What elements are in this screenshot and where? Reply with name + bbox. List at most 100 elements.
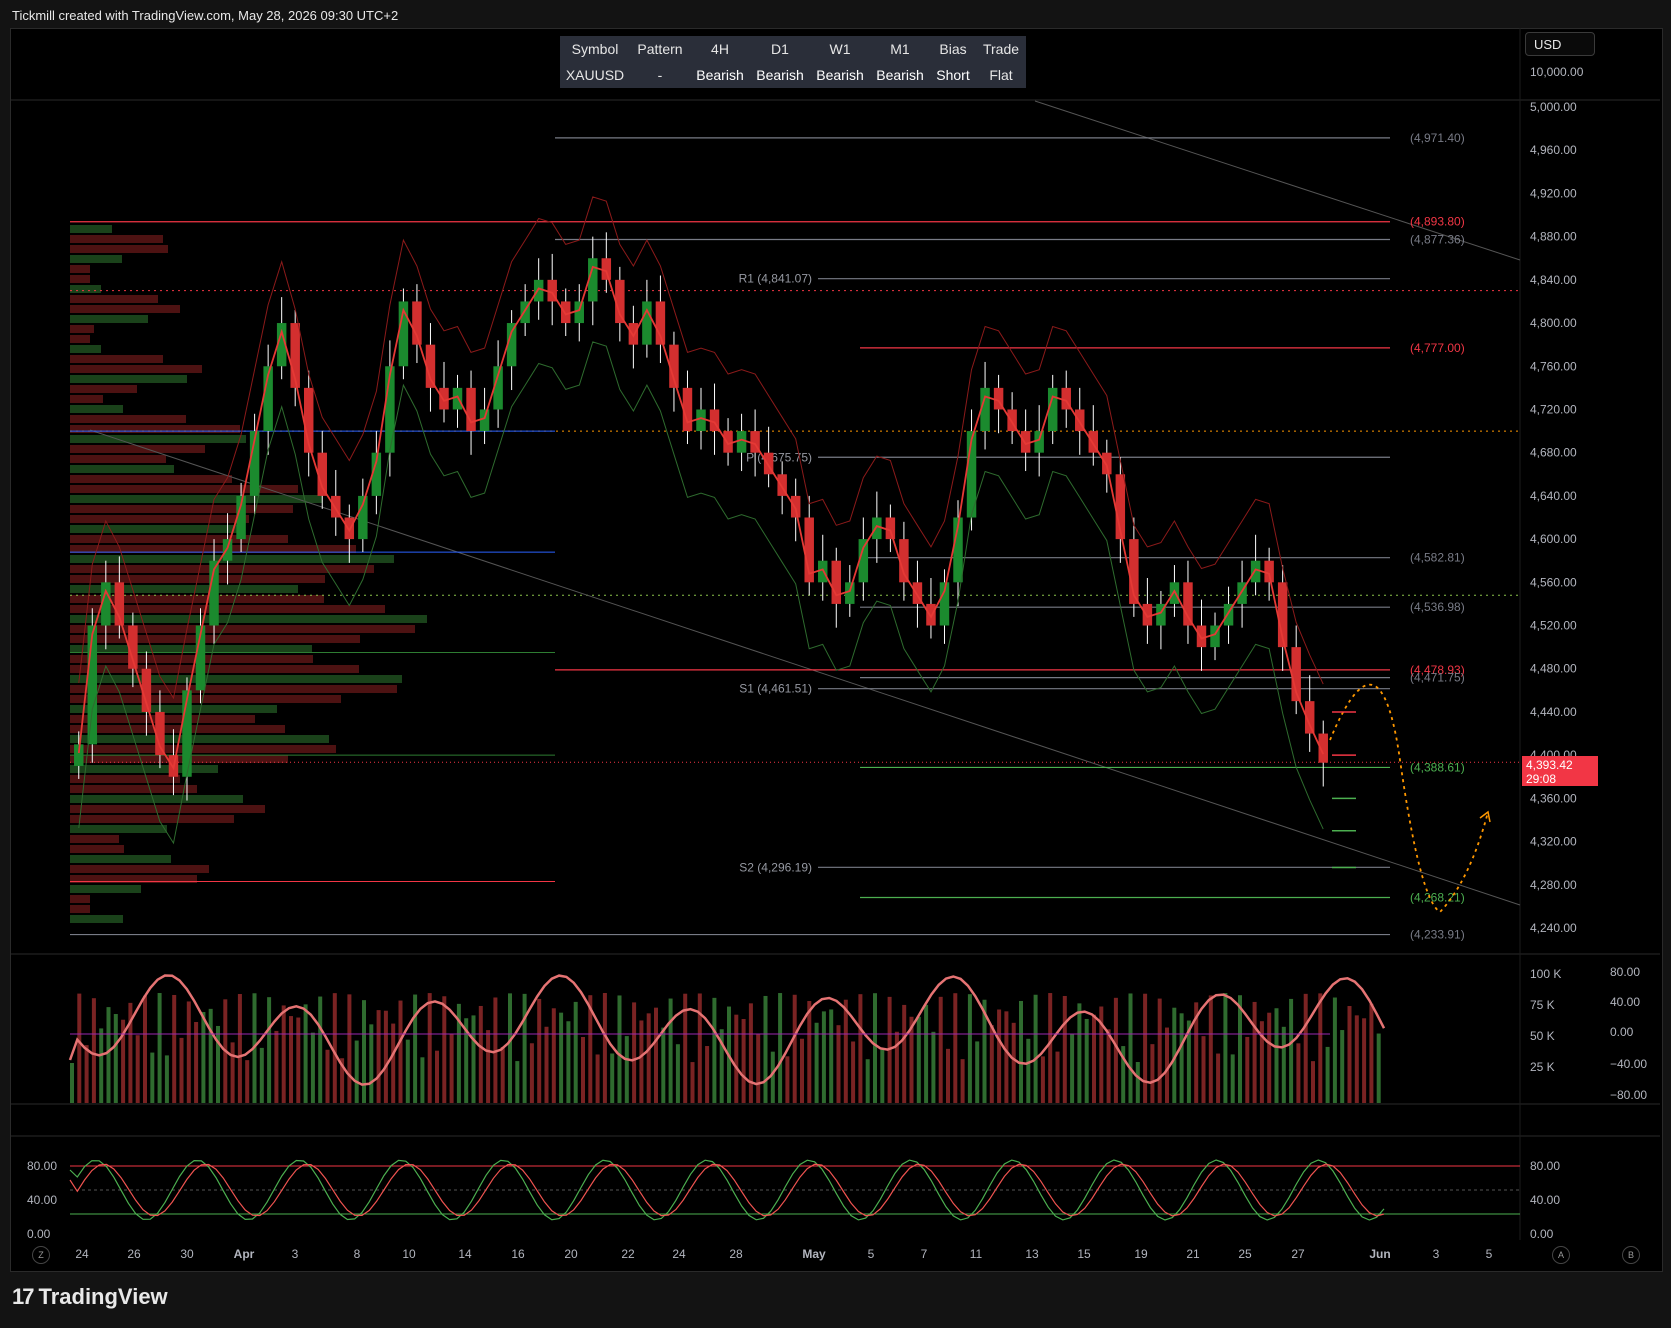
candle-bullish bbox=[736, 431, 747, 453]
volume-profile-bar bbox=[70, 355, 163, 363]
volume-profile-bar bbox=[70, 635, 360, 643]
volume-bar bbox=[654, 1007, 658, 1103]
candle-bearish bbox=[723, 431, 733, 453]
time-tick-label: 5 bbox=[868, 1247, 875, 1261]
volume-bar bbox=[179, 1037, 184, 1103]
volume-bar bbox=[1106, 1029, 1111, 1103]
volume-bar bbox=[1004, 1011, 1009, 1103]
volume-bar bbox=[259, 1047, 264, 1103]
bar-countdown: 29:08 bbox=[1526, 772, 1557, 786]
volume-profile-bar bbox=[70, 855, 171, 863]
price-chart[interactable]: 10,000.00 5,000.00 4,960.00 4,920.00 4,880.0… bbox=[0, 0, 1671, 1328]
volume-bar bbox=[1128, 993, 1133, 1103]
price-tick-label: 4,960.00 bbox=[1530, 143, 1577, 157]
volume-profile-bar bbox=[70, 345, 101, 353]
stoch-axis-label: 40.00 bbox=[1530, 1193, 1560, 1207]
time-tick-label: 15 bbox=[1077, 1247, 1091, 1261]
volume-bar bbox=[405, 1039, 410, 1103]
candle-bearish bbox=[1142, 603, 1153, 626]
time-tick-label: 19 bbox=[1134, 1247, 1148, 1261]
price-tick-label: 4,760.00 bbox=[1530, 359, 1577, 373]
volume-profile-bar bbox=[70, 235, 163, 243]
time-tick-label: 30 bbox=[180, 1247, 194, 1261]
volume-bar bbox=[632, 1002, 637, 1103]
volume-bar bbox=[843, 999, 848, 1103]
candle-bearish bbox=[1102, 452, 1112, 475]
volume-profile-bar bbox=[70, 695, 341, 703]
price-tick-label: 4,520.00 bbox=[1530, 619, 1577, 633]
stoch-axis-label: 0.00 bbox=[1530, 1227, 1554, 1241]
volume-bar bbox=[581, 1037, 585, 1103]
candle-bearish bbox=[439, 387, 449, 410]
header-pattern: Pattern bbox=[630, 36, 690, 62]
volume-profile-bar bbox=[70, 825, 167, 833]
time-tick-label: 13 bbox=[1025, 1247, 1039, 1261]
volume-bar bbox=[1011, 1022, 1016, 1103]
volume-bar bbox=[814, 1022, 819, 1103]
volume-bar bbox=[325, 1049, 330, 1103]
volume-profile-bar bbox=[70, 895, 90, 903]
volume-profile-bar bbox=[70, 795, 243, 803]
volume-bar bbox=[1369, 1003, 1374, 1103]
volume-bar bbox=[741, 1019, 746, 1103]
header-d1: D1 bbox=[750, 36, 810, 62]
currency-button[interactable]: USD bbox=[1525, 32, 1595, 56]
volume-bar bbox=[1274, 1008, 1279, 1103]
volume-profile-bar bbox=[70, 295, 158, 303]
volume-bar bbox=[99, 1028, 104, 1103]
key-level-label: (4,971.40) bbox=[1410, 131, 1465, 145]
volume-bar bbox=[1157, 998, 1162, 1103]
candle-bearish bbox=[885, 517, 896, 540]
volume-bar bbox=[420, 1057, 425, 1103]
volume-bar bbox=[924, 1004, 929, 1103]
volume-profile-bar bbox=[70, 305, 180, 313]
candle-bullish bbox=[87, 625, 98, 745]
header-w1: W1 bbox=[810, 36, 870, 62]
volume-tick-label: 75 K bbox=[1530, 998, 1555, 1012]
volume-profile-bar bbox=[70, 225, 112, 233]
volume-bar bbox=[1332, 997, 1337, 1103]
volume-bar bbox=[522, 993, 527, 1103]
pivot-level-label: R1 (4,841.07) bbox=[739, 272, 812, 286]
current-price-tag: 4,393.42 29:08 bbox=[1522, 756, 1598, 786]
volume-profile-bar bbox=[70, 385, 137, 393]
volume-bar bbox=[1070, 1034, 1075, 1103]
time-tick-label: May bbox=[802, 1247, 826, 1261]
volume-bar bbox=[1201, 1036, 1206, 1103]
volume-profile-bar bbox=[70, 915, 123, 923]
volume-profile-bar bbox=[70, 245, 168, 253]
volume-profile-bar bbox=[70, 485, 298, 493]
volume-profile-bar bbox=[70, 475, 232, 483]
auto-scale-button[interactable]: A bbox=[1552, 1246, 1570, 1264]
volume-bar bbox=[1347, 1006, 1352, 1103]
volume-bar bbox=[712, 997, 717, 1103]
candle-bearish bbox=[344, 517, 355, 540]
volume-bar bbox=[1318, 993, 1323, 1103]
volume-bar bbox=[1092, 1014, 1096, 1103]
volume-profile-bar bbox=[70, 745, 336, 753]
candle-bearish bbox=[926, 603, 936, 626]
volume-bar bbox=[785, 1056, 790, 1103]
volume-bar bbox=[1340, 1030, 1345, 1103]
volume-bar bbox=[289, 1016, 293, 1103]
scroll-left-button[interactable]: Z bbox=[32, 1246, 50, 1264]
time-tick-label: 16 bbox=[511, 1247, 525, 1261]
price-tick-label: 5,000.00 bbox=[1530, 100, 1577, 114]
candle-bullish bbox=[479, 409, 490, 432]
volume-bar bbox=[989, 1025, 994, 1103]
volume-bar bbox=[172, 994, 177, 1103]
volume-bar bbox=[70, 1063, 74, 1103]
volume-bar bbox=[1135, 1062, 1140, 1103]
tradingview-logo-icon: 17 bbox=[12, 1284, 35, 1309]
volume-bar bbox=[500, 1046, 505, 1103]
log-scale-button[interactable]: B bbox=[1622, 1246, 1640, 1264]
candle-bearish bbox=[1264, 560, 1274, 583]
volume-bar bbox=[829, 1009, 834, 1103]
volume-profile-bar bbox=[70, 735, 329, 743]
time-tick-label: 24 bbox=[75, 1247, 89, 1261]
volume-bar bbox=[435, 1050, 439, 1103]
volume-bar bbox=[449, 1033, 454, 1103]
time-tick-label: 21 bbox=[1186, 1247, 1200, 1261]
volume-profile-bar bbox=[70, 365, 202, 373]
volume-profile-bar bbox=[70, 525, 242, 533]
